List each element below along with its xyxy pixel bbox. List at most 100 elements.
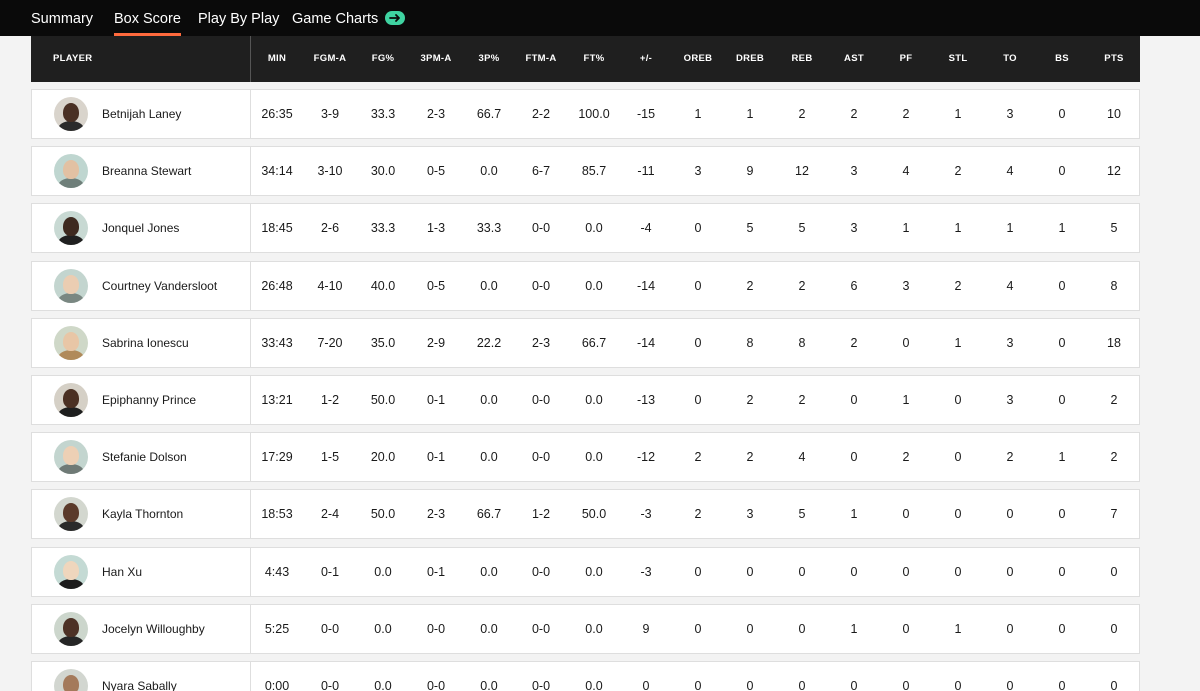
stat-ftm-a: 2-2 [531, 107, 551, 121]
table-row[interactable]: Betnijah Laney 26:35 3-9 33.3 2-3 66.7 2-2 100.… [31, 89, 1140, 139]
stat-bs: 0 [1058, 565, 1066, 579]
table-row[interactable]: Breanna Stewart 34:14 3-10 30.0 0-5 0.0 6-7 85.… [31, 146, 1140, 196]
player-name[interactable]: Betnijah Laney [102, 90, 181, 138]
column-header-player[interactable]: PLAYER [53, 36, 92, 82]
player-name[interactable]: Sabrina Ionescu [102, 319, 189, 367]
stat-fg-pct: 33.3 [370, 221, 396, 235]
stat-stl: 0 [954, 393, 962, 407]
column-header-bs[interactable]: BS [1055, 36, 1069, 82]
box-score-header: PLAYER MIN FGM-A FG% 3PM-A 3P% FTM-A FT% +/- ORE… [31, 36, 1140, 82]
column-divider [250, 548, 251, 596]
stat-bs: 0 [1058, 679, 1066, 691]
stat-fgm-a: 0-0 [320, 679, 340, 691]
stat-fgm-a: 7-20 [317, 336, 343, 350]
stat-dreb: 8 [746, 336, 754, 350]
stat-pf: 0 [902, 622, 910, 636]
column-header-min[interactable]: MIN [268, 36, 286, 82]
column-header-plus-minus[interactable]: +/- [640, 36, 652, 82]
column-header-to[interactable]: TO [1003, 36, 1017, 82]
stat-to: 3 [1006, 107, 1014, 121]
column-header-pts[interactable]: PTS [1104, 36, 1123, 82]
player-name[interactable]: Jonquel Jones [102, 204, 179, 252]
stat-min: 4:43 [264, 565, 290, 579]
table-row[interactable]: Epiphanny Prince 13:21 1-2 50.0 0-1 0.0 0-0 0.0… [31, 375, 1140, 425]
table-row[interactable]: Nyara Sabally 0:00 0-0 0.0 0-0 0.0 0-0 0.0 0 0 0 0 0… [31, 661, 1140, 691]
stat-fg-pct: 0.0 [374, 622, 392, 636]
stat-ftm-a: 0-0 [531, 393, 551, 407]
stat-fg-pct: 20.0 [370, 450, 396, 464]
player-name[interactable]: Jocelyn Willoughby [102, 605, 205, 653]
column-header-ast[interactable]: AST [844, 36, 864, 82]
column-header-fgm-a[interactable]: FGM-A [314, 36, 347, 82]
stat-min: 17:29 [261, 450, 293, 464]
column-header-dreb[interactable]: DREB [736, 36, 764, 82]
stat-ft-pct: 66.7 [581, 336, 607, 350]
player-name[interactable]: Kayla Thornton [102, 490, 183, 538]
arrow-right-icon[interactable] [385, 11, 405, 25]
column-header-3p-pct[interactable]: 3P% [479, 36, 500, 82]
stat-bs: 0 [1058, 164, 1066, 178]
column-header-pf[interactable]: PF [900, 36, 913, 82]
player-name[interactable]: Han Xu [102, 548, 142, 596]
table-row[interactable]: Han Xu 4:43 0-1 0.0 0-1 0.0 0-0 0.0 -3 0 0 0 0 0 0 0 0 0 [31, 547, 1140, 597]
player-name[interactable]: Stefanie Dolson [102, 433, 187, 481]
column-header-stl[interactable]: STL [949, 36, 968, 82]
table-row[interactable]: Kayla Thornton 18:53 2-4 50.0 2-3 66.7 1-2 50.0… [31, 489, 1140, 539]
column-header-reb[interactable]: REB [792, 36, 813, 82]
stat-ftm-a: 2-3 [531, 336, 551, 350]
stat-reb: 2 [798, 279, 806, 293]
column-header-ftm-a[interactable]: FTM-A [525, 36, 556, 82]
stat-fgm-a: 1-2 [320, 393, 340, 407]
player-name[interactable]: Breanna Stewart [102, 147, 191, 195]
stat-min: 34:14 [261, 164, 293, 178]
stat-ft-pct: 0.0 [585, 622, 603, 636]
stat-plus-minus: -4 [640, 221, 652, 235]
column-header-fg-pct[interactable]: FG% [372, 36, 395, 82]
stat-plus-minus: 9 [642, 622, 650, 636]
table-row[interactable]: Sabrina Ionescu 33:43 7-20 35.0 2-9 22.2 2-3 66… [31, 318, 1140, 368]
stat-oreb: 3 [694, 164, 702, 178]
stat-ftm-a: 0-0 [531, 622, 551, 636]
tab-summary[interactable]: Summary [31, 0, 93, 36]
stat-ast: 3 [850, 164, 858, 178]
player-name[interactable]: Epiphanny Prince [102, 376, 196, 424]
stat-bs: 0 [1058, 107, 1066, 121]
column-divider [250, 662, 251, 691]
stat-pts: 7 [1110, 507, 1118, 521]
tab-game-charts[interactable]: Game Charts [292, 0, 378, 36]
table-row[interactable]: Courtney Vandersloot 26:48 4-10 40.0 0-5 0.0 0… [31, 261, 1140, 311]
stat-3p-pct: 66.7 [476, 107, 502, 121]
stat-ft-pct: 0.0 [585, 450, 603, 464]
stat-ftm-a: 0-0 [531, 221, 551, 235]
stat-to: 4 [1006, 164, 1014, 178]
player-avatar [54, 440, 88, 474]
table-row[interactable]: Jonquel Jones 18:45 2-6 33.3 1-3 33.3 0-0 0.0 -4… [31, 203, 1140, 253]
stat-stl: 0 [954, 565, 962, 579]
column-header-ft-pct[interactable]: FT% [584, 36, 605, 82]
stat-min: 13:21 [261, 393, 293, 407]
table-row[interactable]: Jocelyn Willoughby 5:25 0-0 0.0 0-0 0.0 0-0 0.0… [31, 604, 1140, 654]
table-row[interactable]: Stefanie Dolson 17:29 1-5 20.0 0-1 0.0 0-0 0.0 -… [31, 432, 1140, 482]
stat-dreb: 9 [746, 164, 754, 178]
stat-pf: 1 [902, 393, 910, 407]
tab-play-by-play[interactable]: Play By Play [198, 0, 279, 36]
stat-stl: 0 [954, 679, 962, 691]
stat-ft-pct: 0.0 [585, 565, 603, 579]
column-header-3pm-a[interactable]: 3PM-A [420, 36, 451, 82]
stat-reb: 8 [798, 336, 806, 350]
stat-fgm-a: 2-4 [320, 507, 340, 521]
stat-reb: 2 [798, 393, 806, 407]
player-name[interactable]: Courtney Vandersloot [102, 262, 217, 310]
stat-ast: 1 [850, 622, 858, 636]
stat-ast: 0 [850, 450, 858, 464]
stat-bs: 0 [1058, 507, 1066, 521]
column-header-oreb[interactable]: OREB [684, 36, 713, 82]
stat-3p-pct: 22.2 [476, 336, 502, 350]
stat-3p-pct: 0.0 [480, 565, 498, 579]
tab-box-score[interactable]: Box Score [114, 0, 181, 36]
stat-pf: 2 [902, 450, 910, 464]
player-name[interactable]: Nyara Sabally [102, 662, 177, 691]
stat-dreb: 0 [746, 565, 754, 579]
stat-3pm-a: 2-9 [426, 336, 446, 350]
stat-to: 0 [1006, 565, 1014, 579]
